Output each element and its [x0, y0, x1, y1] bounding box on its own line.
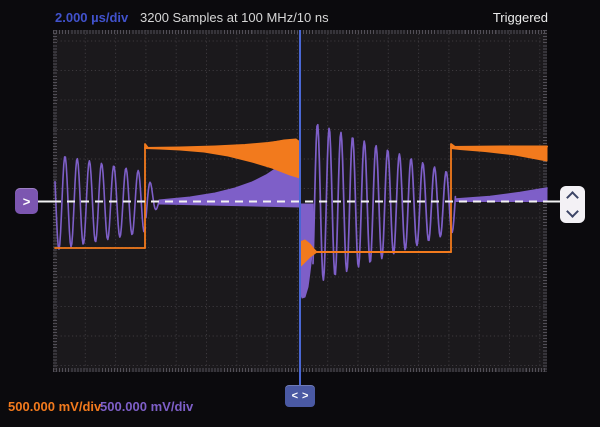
chevron-up-icon[interactable]: [566, 191, 579, 204]
chevron-left-icon: <: [292, 390, 298, 402]
chevron-right-icon: >: [302, 390, 308, 402]
chevron-right-icon: >: [23, 194, 31, 209]
trigger-level-handle[interactable]: >: [15, 188, 38, 214]
trigger-position-handle[interactable]: < >: [285, 385, 315, 407]
waveform-canvas: [0, 0, 600, 427]
vertical-offset-stepper[interactable]: [560, 186, 585, 223]
channel-b-scale-label[interactable]: 500.000 mV/div: [100, 399, 193, 414]
oscilloscope-app: 2.000 µs/div 3200 Samples at 100 MHz/10 …: [0, 0, 600, 427]
channel-a-scale-label[interactable]: 500.000 mV/div: [8, 399, 101, 414]
chevron-down-icon[interactable]: [566, 205, 579, 218]
